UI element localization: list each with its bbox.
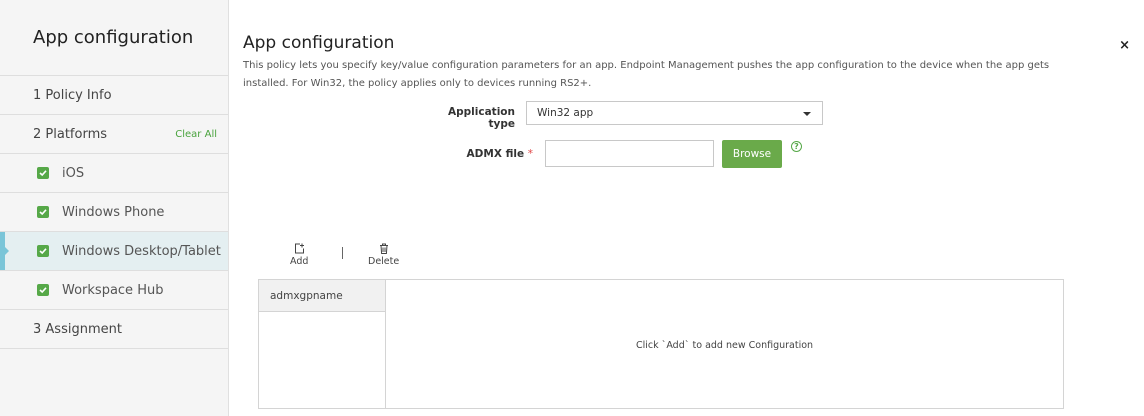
add-icon — [294, 243, 304, 254]
page-title: App configuration — [243, 33, 395, 53]
sidebar-item-windows-desktop-tablet[interactable]: Windows Desktop/Tablet — [0, 232, 228, 271]
checkbox-checked-icon[interactable] — [37, 167, 49, 179]
application-type-value: Win32 app — [537, 107, 594, 119]
sidebar: App configuration 1 Policy Info 2 Platfo… — [0, 0, 229, 416]
sidebar-step-label: 1 Policy Info — [33, 87, 112, 103]
sidebar-step-label: 2 Platforms — [33, 126, 108, 142]
chevron-down-icon — [803, 112, 811, 116]
checkbox-checked-icon[interactable] — [37, 206, 49, 218]
sidebar-step-platforms[interactable]: 2 Platforms Clear All — [0, 115, 228, 154]
table-column: admxgpname — [259, 280, 386, 408]
sidebar-step-label: 3 Assignment — [33, 321, 122, 337]
toolbar-divider — [342, 247, 343, 259]
sidebar-item-ios[interactable]: iOS — [0, 154, 228, 193]
trash-icon — [379, 243, 388, 254]
main-panel: App configuration This policy lets you s… — [229, 0, 1144, 416]
sidebar-item-label: Workspace Hub — [62, 282, 164, 298]
column-header-admxgpname[interactable]: admxgpname — [259, 280, 385, 312]
application-type-label: Application type — [448, 106, 515, 130]
sidebar-item-label: Windows Desktop/Tablet — [62, 243, 221, 259]
delete-button[interactable]: Delete — [368, 243, 399, 267]
admx-file-label: ADMX file * — [429, 148, 533, 160]
sidebar-item-label: Windows Phone — [62, 204, 165, 220]
required-asterisk: * — [527, 148, 533, 160]
sidebar-title: App configuration — [0, 0, 228, 76]
application-type-select[interactable]: Win32 app — [526, 101, 823, 125]
clear-all-link[interactable]: Clear All — [175, 129, 217, 140]
sidebar-item-windows-phone[interactable]: Windows Phone — [0, 193, 228, 232]
add-label: Add — [290, 256, 309, 267]
close-icon[interactable]: × — [1119, 38, 1130, 53]
checkbox-checked-icon[interactable] — [37, 284, 49, 296]
sidebar-item-workspace-hub[interactable]: Workspace Hub — [0, 271, 228, 310]
admx-file-label-text: ADMX file — [466, 148, 525, 160]
checkbox-checked-icon[interactable] — [37, 245, 49, 257]
sidebar-step-policy-info[interactable]: 1 Policy Info — [0, 76, 228, 115]
add-button[interactable]: Add — [290, 243, 308, 267]
page-description: This policy lets you specify key/value c… — [243, 60, 1050, 89]
delete-label: Delete — [368, 256, 400, 267]
help-icon[interactable]: ? — [791, 141, 802, 152]
empty-state-message: Click `Add` to add new Configuration — [635, 340, 814, 351]
configuration-table: admxgpname Click `Add` to add new Config… — [258, 279, 1064, 409]
sidebar-item-label: iOS — [62, 165, 85, 181]
sidebar-step-assignment[interactable]: 3 Assignment — [0, 310, 228, 349]
browse-button[interactable]: Browse — [722, 140, 782, 168]
admx-file-input[interactable] — [545, 140, 714, 167]
